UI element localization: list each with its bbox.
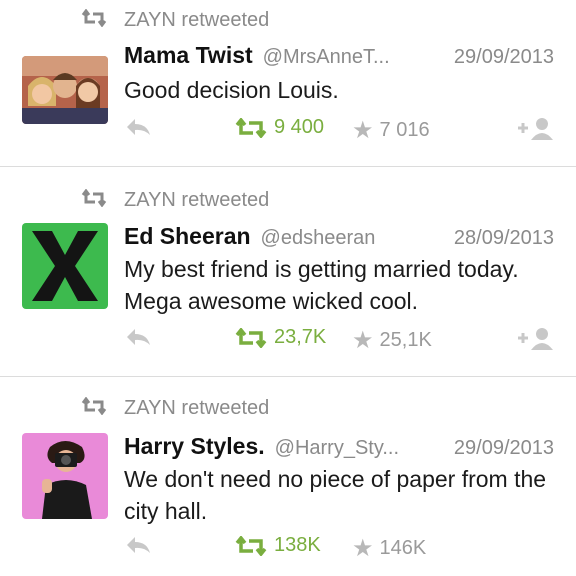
tweet-text: We don't need no piece of paper from the…	[124, 466, 547, 524]
avatar[interactable]	[22, 56, 108, 124]
retweet-icon	[80, 396, 110, 420]
tweet-actions: 9 400 ★ 7 016	[0, 116, 576, 146]
star-icon: ★	[352, 117, 374, 144]
author-handle[interactable]: @MrsAnneT...	[263, 46, 446, 69]
retweeted-by-row: ZAYN retweeted	[80, 394, 269, 422]
reply-icon	[127, 537, 150, 553]
retweet-button[interactable]: 9 400	[234, 116, 324, 139]
favorite-count: 25,1K	[379, 329, 432, 351]
retweet-count: 23,7K	[274, 326, 327, 348]
retweet-icon	[235, 535, 267, 556]
reply-button[interactable]	[124, 326, 152, 348]
retweeted-by-label: ZAYN retweeted	[124, 396, 270, 419]
retweet-button[interactable]: 23,7K	[234, 326, 326, 349]
follow-button[interactable]	[516, 326, 556, 352]
author-name[interactable]: Ed Sheeran	[124, 223, 251, 250]
tweet-text: Good decision Louis.	[124, 77, 339, 103]
tweet-actions: 23,7K ★ 25,1K	[0, 326, 576, 356]
tweet-date: 29/09/2013	[453, 437, 554, 459]
tweet[interactable]: ZAYN retweeted Ed Sheeran @edsheeran 28/…	[0, 167, 576, 375]
favorite-count: 7 016	[379, 119, 430, 141]
retweet-icon	[80, 188, 110, 212]
retweeted-by-label: ZAYN retweeted	[124, 8, 270, 31]
avatar[interactable]	[22, 433, 108, 519]
retweeted-by-row: ZAYN retweeted	[80, 6, 269, 34]
reply-button[interactable]	[124, 116, 152, 138]
favorite-button[interactable]: ★ 146K	[352, 534, 426, 563]
retweeted-by-row: ZAYN retweeted	[80, 186, 269, 214]
retweet-count: 138K	[274, 534, 321, 556]
tweet-text: My best friend is getting married today.…	[124, 256, 519, 314]
add-user-icon	[518, 118, 553, 140]
favorite-count: 146K	[379, 537, 427, 559]
tweet-date: 29/09/2013	[453, 46, 554, 68]
retweet-button[interactable]: 138K	[234, 534, 321, 557]
retweet-icon	[235, 117, 267, 138]
retweeted-by-label: ZAYN retweeted	[124, 188, 270, 211]
author-name[interactable]: Harry Styles.	[124, 433, 265, 460]
tweet-actions: 138K ★ 146K	[0, 534, 576, 564]
author-name[interactable]: Mama Twist	[124, 42, 253, 69]
tweet-header: Ed Sheeran @edsheeran 28/09/2013	[124, 223, 554, 253]
reply-icon	[127, 329, 150, 345]
retweet-icon	[235, 327, 267, 348]
star-icon: ★	[352, 535, 374, 562]
favorite-button[interactable]: ★ 25,1K	[352, 326, 432, 355]
add-user-icon	[518, 328, 553, 350]
retweet-icon	[80, 8, 110, 32]
follow-button[interactable]	[516, 116, 556, 142]
reply-button[interactable]	[124, 534, 152, 556]
reply-icon	[127, 119, 150, 135]
tweet-date: 28/09/2013	[453, 227, 554, 249]
tweet-header: Harry Styles. @Harry_Sty... 29/09/2013	[124, 433, 554, 463]
avatar[interactable]	[22, 223, 108, 309]
author-handle[interactable]: @edsheeran	[261, 227, 446, 250]
author-handle[interactable]: @Harry_Sty...	[275, 437, 446, 460]
star-icon: ★	[352, 327, 374, 354]
tweet[interactable]: ZAYN retweeted Harry Styles. @Harry_Sty.…	[0, 377, 576, 576]
tweet-header: Mama Twist @MrsAnneT... 29/09/2013	[124, 42, 554, 72]
favorite-button[interactable]: ★ 7 016	[352, 116, 430, 145]
retweet-count: 9 400	[274, 116, 325, 138]
tweet[interactable]: ZAYN retweeted Mama Twist @MrsAnneT... 2…	[0, 0, 576, 166]
